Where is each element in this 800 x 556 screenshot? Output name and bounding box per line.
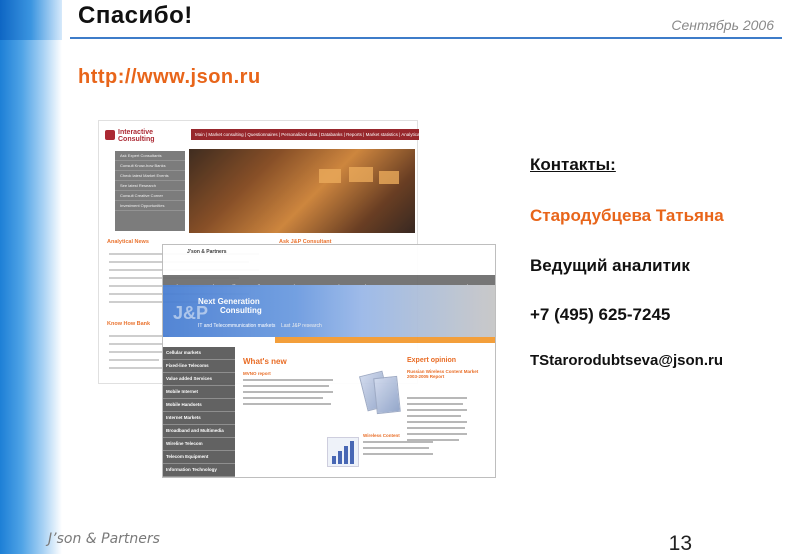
chart-bar <box>332 456 336 464</box>
text-line <box>407 427 465 429</box>
jp-nav: About us What we offer Clients Business … <box>163 275 495 290</box>
jp-banner-portal: Last J&P research <box>281 323 322 329</box>
text-line <box>243 379 333 381</box>
ic-logo-icon <box>105 130 115 140</box>
jp-logo: J’son & Partners <box>163 245 238 275</box>
website-link[interactable]: http://www.json.ru <box>78 66 261 89</box>
ic-menu-item: Consult Creative Corner <box>115 191 185 201</box>
text-line <box>109 351 169 353</box>
jp-menu-item: Telecom Equipment <box>163 451 235 464</box>
contact-email[interactable]: TStarorodubtseva@json.ru <box>530 352 723 369</box>
jp-menu-item: Wireline Telecom <box>163 438 235 451</box>
text-line <box>407 415 461 417</box>
text-line <box>109 343 165 345</box>
contact-phone: +7 (495) 625-7245 <box>530 305 671 324</box>
contact-name: Стародубцева Татьяна <box>530 206 724 225</box>
jp-banner-sub: IT and Telecommunication markets <box>198 323 276 329</box>
slide-title: Спасибо! <box>78 2 193 29</box>
ic-menu-item: Consult Know-how Banks <box>115 161 185 171</box>
jp-menu-item: Internet Markets <box>163 412 235 425</box>
chart-bar <box>338 451 342 464</box>
jp-banner-headline: Next Generation Consulting <box>198 297 262 315</box>
ic-menu: Ask Expert Consultants Consult Know-how … <box>115 151 185 231</box>
text-line <box>363 447 429 449</box>
ic-section-analytical-news: Analytical News <box>107 239 149 245</box>
jp-banner-line2: Consulting <box>220 306 262 315</box>
ic-menu-item: Ask Expert Consultants <box>115 151 185 161</box>
jp-menu-item: Value added Services <box>163 373 235 386</box>
jp-orange-strip <box>275 337 495 343</box>
text-line <box>109 367 167 369</box>
report-chart-image <box>327 437 359 467</box>
chart-bar <box>344 446 348 464</box>
ic-menu-item: Investment Opportunities <box>115 201 185 211</box>
jp-logo-text: J’son & Partners <box>187 249 227 255</box>
jp-menu-item: Cellular markets <box>163 347 235 360</box>
title-divider <box>70 37 782 39</box>
jp-site-screenshot: J’son & Partners About us What we offer … <box>162 244 496 478</box>
text-line <box>407 397 467 399</box>
text-line <box>243 403 331 405</box>
text-line <box>407 409 467 411</box>
ic-logo-text: Interactive Consulting <box>118 129 155 143</box>
ic-section-know-how: Know How Bank <box>107 321 151 327</box>
slide-date: Сентябрь 2006 <box>671 17 774 33</box>
contacts-heading: Контакты: <box>530 155 616 174</box>
report-cover-image <box>373 375 401 415</box>
text-line <box>407 433 467 435</box>
text-line <box>407 421 467 423</box>
jp-menu-item: Mobile Handsets <box>163 399 235 412</box>
text-line <box>109 359 159 361</box>
left-decor-bar-top <box>0 0 62 40</box>
contact-role: Ведущий аналитик <box>530 256 690 275</box>
website-screenshots: Interactive Consulting Main | Market con… <box>98 120 498 480</box>
text-line <box>243 385 329 387</box>
text-line <box>407 403 463 405</box>
hero-monitor <box>379 171 399 184</box>
jp-expert-sub: Russian Wireless Content Market 2003-200… <box>407 369 479 379</box>
jp-expert-opinion: Expert opinion <box>407 357 456 364</box>
jp-menu-item: Information Technology <box>163 464 235 477</box>
ic-hero-image <box>189 149 415 233</box>
text-line <box>407 439 459 441</box>
jp-left-menu: Cellular markets Fixed-line Telecoms Val… <box>163 347 235 477</box>
page-number: 13 <box>668 532 692 555</box>
jp-menu-item: Fixed-line Telecoms <box>163 360 235 373</box>
chart-bar <box>350 441 354 464</box>
ic-menu-item: See latest Research <box>115 181 185 191</box>
jp-banner: J&P Next Generation Consulting IT and Te… <box>163 285 495 337</box>
ic-menu-item: Check latest Market Events <box>115 171 185 181</box>
text-line <box>109 335 169 337</box>
footer-brand: J’son & Partners <box>48 531 160 547</box>
hero-monitor <box>319 169 341 183</box>
jp-banner-line1: Next Generation <box>198 297 260 306</box>
jp-whats-new: What's new <box>243 357 287 366</box>
jp-news-2: Wireless Content <box>363 433 400 438</box>
text-line <box>243 397 323 399</box>
left-decor-bar <box>0 0 62 554</box>
text-line <box>363 453 433 455</box>
jp-menu-item: Mobile Internet <box>163 386 235 399</box>
ic-nav: Main | Market consulting | Questionnaire… <box>191 129 419 140</box>
jp-news-1: MVNO report <box>243 371 271 376</box>
jp-menu-item: Broadband and Multimedia <box>163 425 235 438</box>
text-line <box>363 441 433 443</box>
text-line <box>243 391 333 393</box>
ic-logo: Interactive Consulting <box>105 129 185 143</box>
hero-monitor <box>349 167 373 182</box>
